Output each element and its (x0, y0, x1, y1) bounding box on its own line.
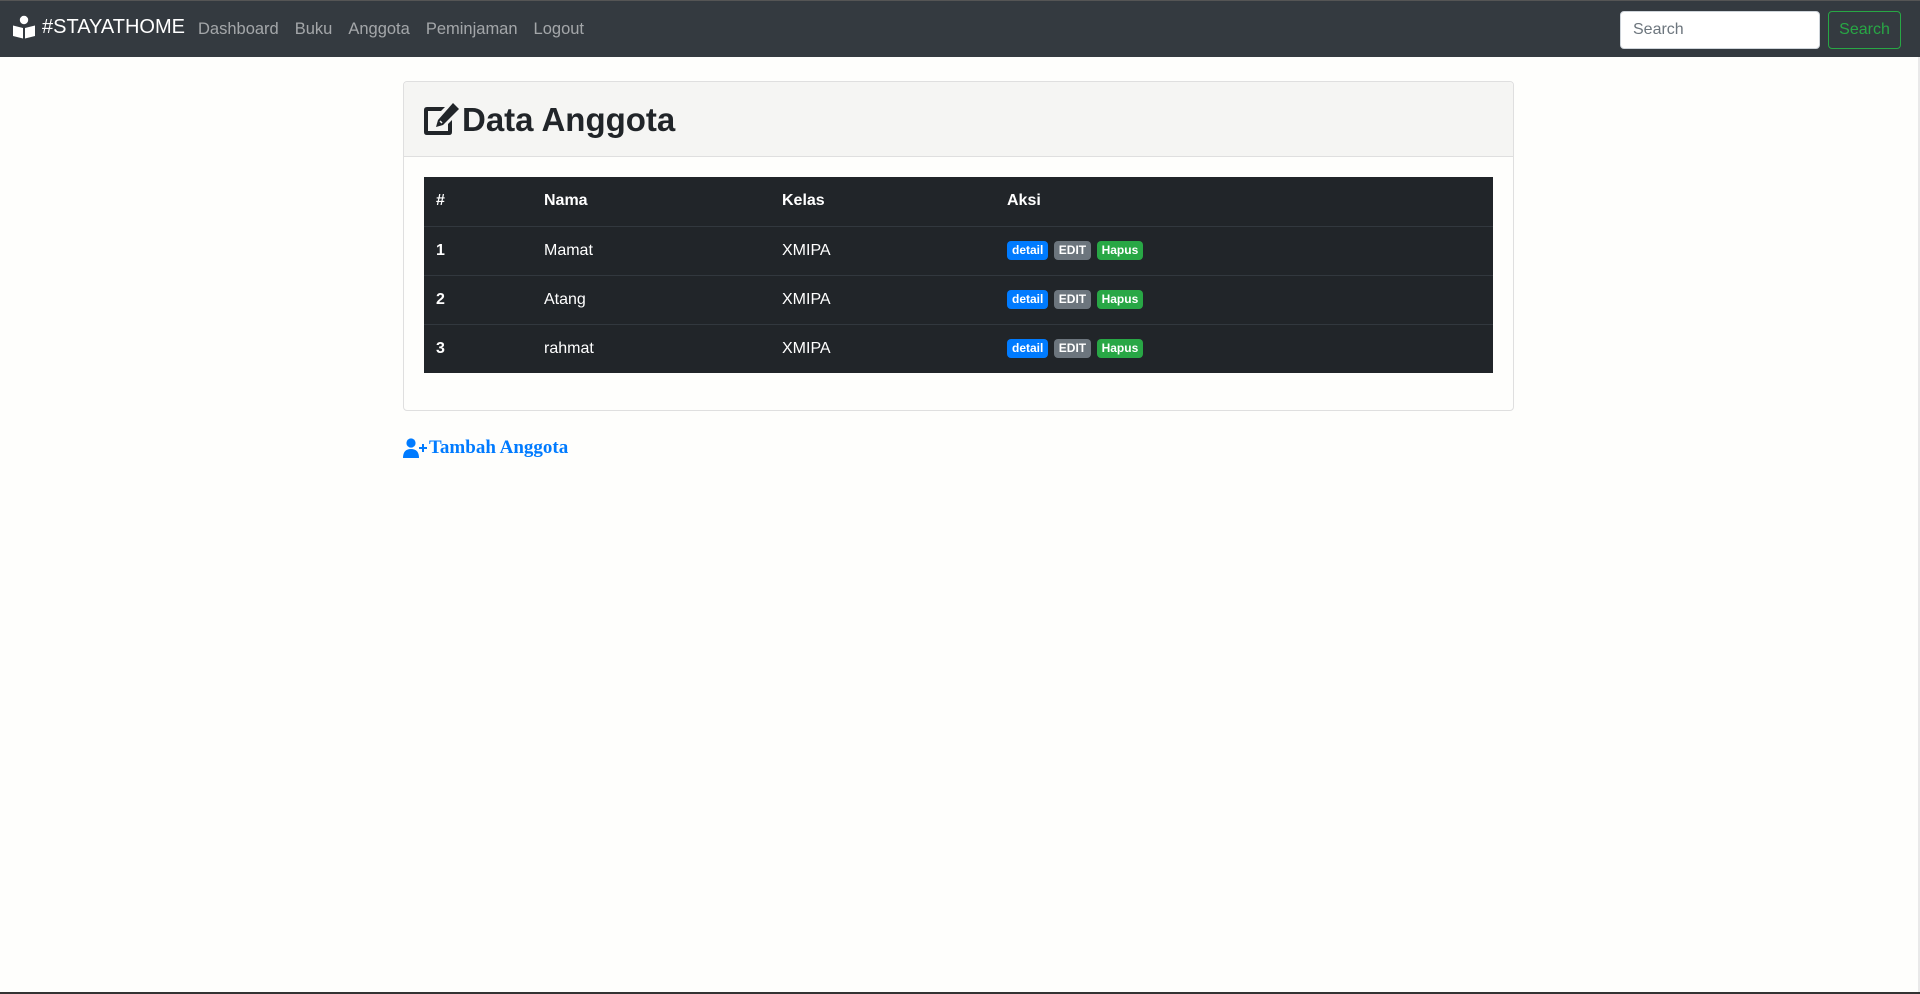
edit-button[interactable]: EDIT (1053, 339, 1092, 359)
row-kelas: XMIPA (770, 323, 995, 373)
row-num: 2 (424, 274, 532, 324)
book-reader-icon (13, 15, 35, 39)
navbar: #STAYATHOME Dashboard Buku Anggota Pemin… (0, 0, 1920, 57)
row-num: 1 (424, 225, 532, 275)
table-row: 2 Atang XMIPA detail EDIT Hapus (424, 274, 1493, 324)
nav-link-peminjaman[interactable]: Peminjaman (426, 20, 518, 39)
row-num: 3 (424, 323, 532, 373)
nav-link-buku[interactable]: Buku (295, 20, 333, 39)
search-form: Search (1620, 11, 1901, 49)
nav-links: Dashboard Buku Anggota Peminjaman Logout (198, 1, 600, 58)
edit-button[interactable]: EDIT (1053, 289, 1092, 310)
card-header: Data Anggota (404, 82, 1513, 157)
brand-text: #STAYATHOME (42, 15, 185, 38)
brand-link[interactable]: #STAYATHOME (13, 15, 185, 39)
edit-button[interactable]: EDIT (1053, 240, 1092, 261)
nav-link-logout[interactable]: Logout (534, 20, 584, 39)
row-kelas: XMIPA (770, 274, 995, 324)
search-button[interactable]: Search (1828, 11, 1901, 49)
add-member-link[interactable]: Tambah Anggota (403, 437, 568, 459)
user-plus-icon (403, 437, 427, 458)
table-row: 1 Mamat XMIPA detail EDIT Hapus (424, 225, 1493, 275)
row-actions: detail EDIT Hapus (995, 323, 1493, 373)
header-nama: Nama (532, 177, 770, 227)
header-kelas: Kelas (770, 177, 995, 227)
page-title: Data Anggota (462, 100, 676, 138)
table-header-row: # Nama Kelas Aksi (424, 177, 1493, 227)
row-nama: Mamat (532, 225, 770, 275)
detail-button[interactable]: detail (1007, 289, 1049, 310)
nav-link-dashboard[interactable]: Dashboard (198, 20, 279, 39)
anggota-table: # Nama Kelas Aksi 1 Mamat XMIPA detail E… (424, 177, 1493, 373)
detail-button[interactable]: detail (1007, 339, 1049, 359)
edit-icon (424, 103, 459, 135)
search-input[interactable] (1620, 11, 1820, 49)
anggota-card: Data Anggota # Nama Kelas Aksi 1 Mamat X… (403, 81, 1514, 411)
add-member-label: Tambah Anggota (429, 437, 569, 458)
delete-button[interactable]: Hapus (1096, 339, 1144, 359)
row-actions: detail EDIT Hapus (995, 225, 1493, 275)
row-nama: Atang (532, 274, 770, 324)
detail-button[interactable]: detail (1007, 240, 1049, 261)
row-kelas: XMIPA (770, 225, 995, 275)
row-nama: rahmat (532, 323, 770, 373)
card-body: # Nama Kelas Aksi 1 Mamat XMIPA detail E… (404, 157, 1513, 393)
header-aksi: Aksi (995, 177, 1493, 227)
header-num: # (424, 177, 532, 227)
delete-button[interactable]: Hapus (1096, 289, 1144, 310)
table-row: 3 rahmat XMIPA detail EDIT Hapus (424, 323, 1493, 373)
row-actions: detail EDIT Hapus (995, 274, 1493, 324)
delete-button[interactable]: Hapus (1096, 240, 1144, 261)
nav-link-anggota[interactable]: Anggota (348, 20, 409, 39)
